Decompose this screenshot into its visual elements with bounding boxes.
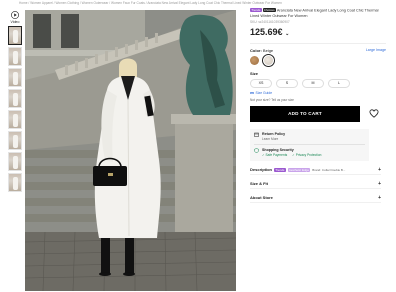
size-option-l[interactable]: L	[328, 78, 350, 88]
wishlist-button[interactable]	[366, 106, 382, 122]
ruler-icon	[250, 91, 254, 94]
divider	[254, 143, 365, 145]
thumbnail-image[interactable]	[8, 110, 22, 129]
add-to-cart-button[interactable]: ADD TO CART	[250, 105, 360, 122]
shopping-security-title: Shopping Security	[262, 147, 294, 152]
description-preview: Brand: Collar Double B...	[312, 167, 346, 172]
breadcrumb-item[interactable]: Women Faux Fur Coats	[111, 1, 147, 5]
return-policy-title: Return Policy	[262, 131, 286, 136]
heart-icon	[369, 109, 379, 118]
thumbnail-image[interactable]	[8, 26, 22, 45]
price-chevron-icon[interactable]: ⌄	[285, 31, 289, 37]
size-option-m[interactable]: M	[302, 78, 324, 88]
color-swatches	[250, 53, 386, 67]
product-info-panel: Trends Choices Aranciata New Arrival Elega…	[250, 8, 386, 203]
return-policy[interactable]: Return Policy Learn More	[254, 132, 365, 141]
size-option-xs[interactable]: XS	[250, 78, 272, 88]
size-guide-link[interactable]: Size Guide	[250, 91, 386, 95]
description-title: Description Trends Aesthetic Edge Brand:…	[250, 167, 345, 172]
thumbnail-image[interactable]	[8, 152, 22, 171]
description-outlet-tag: Aesthetic Edge	[287, 167, 311, 172]
expand-plus-icon[interactable]: +	[378, 181, 381, 187]
product-sku: SKU: sz2401161039360907	[250, 19, 290, 24]
size-option-s[interactable]: S	[276, 78, 298, 88]
thumbnail-image[interactable]	[8, 47, 22, 66]
return-policy-learn-more[interactable]: Learn More	[262, 137, 285, 141]
breadcrumb-item[interactable]: Women Outerwear	[82, 1, 111, 5]
color-prefix: Color:	[250, 47, 262, 53]
video-label: Video	[10, 20, 20, 24]
size-label: Size	[250, 70, 259, 76]
expand-plus-icon[interactable]: +	[378, 167, 381, 173]
size-fit-hint[interactable]: Not your size? Tell us your size	[250, 98, 386, 102]
shopping-security[interactable]: Shopping Security ✓ Safe Payments ✓ Priv…	[254, 148, 365, 157]
breadcrumb-item[interactable]: Home	[19, 1, 30, 5]
breadcrumb-item[interactable]: Women Clothing	[55, 1, 81, 5]
description-section[interactable]: Description Trends Aesthetic Edge Brand:…	[250, 166, 381, 175]
color-swatch-beige[interactable]	[262, 53, 275, 67]
privacy-protection-label: ✓ Privacy Protection	[292, 152, 322, 157]
description-label: Description	[250, 167, 273, 173]
product-price: 125.69€ ⌄	[250, 27, 386, 39]
product-title: Trends Choices Aranciata New Arrival Elega…	[250, 8, 386, 19]
breadcrumb: HomeWomen ApparelWomen ClothingWomen Out…	[19, 0, 391, 7]
size-options: XS S M L	[250, 78, 386, 88]
expand-plus-icon[interactable]: +	[378, 195, 381, 201]
trends-badge: Trends	[250, 8, 262, 13]
shield-icon	[254, 147, 259, 153]
thumbnail-image[interactable]	[8, 68, 22, 87]
safe-payments-label: ✓ Safe Payments	[262, 152, 288, 157]
about-store-title: About Store	[250, 195, 273, 201]
breadcrumb-item[interactable]: Women Apparel	[30, 1, 55, 5]
policy-box: Return Policy Learn More Shopping Securi…	[250, 128, 369, 161]
description-trends-tag: Trends	[274, 167, 286, 172]
color-label: Color: Beige	[250, 48, 273, 53]
color-value: Beige	[262, 47, 274, 53]
choices-badge: Choices	[262, 8, 276, 13]
breadcrumb-item: Aranciata New Arrival Elegant Lady Long …	[147, 1, 282, 5]
large-image-link[interactable]: Large Image	[366, 48, 386, 52]
size-fit-title: Size & Fit	[250, 181, 269, 187]
thumbnail-image[interactable]	[8, 89, 22, 108]
thumbnail-image[interactable]	[8, 173, 22, 192]
color-swatch-brown[interactable]	[250, 55, 259, 65]
main-product-image[interactable]	[25, 10, 236, 291]
price-value: 125.69€	[250, 26, 283, 37]
size-fit-section[interactable]: Size & Fit +	[250, 180, 381, 189]
thumbnail-image[interactable]	[8, 131, 22, 150]
play-icon[interactable]	[10, 10, 20, 19]
return-box-icon	[254, 132, 259, 137]
thumbnail-column: Video	[7, 10, 23, 210]
size-guide-label: Size Guide	[255, 90, 273, 95]
about-store-section[interactable]: About Store +	[250, 194, 381, 203]
security-features: ✓ Safe Payments ✓ Privacy Protection	[262, 153, 321, 157]
